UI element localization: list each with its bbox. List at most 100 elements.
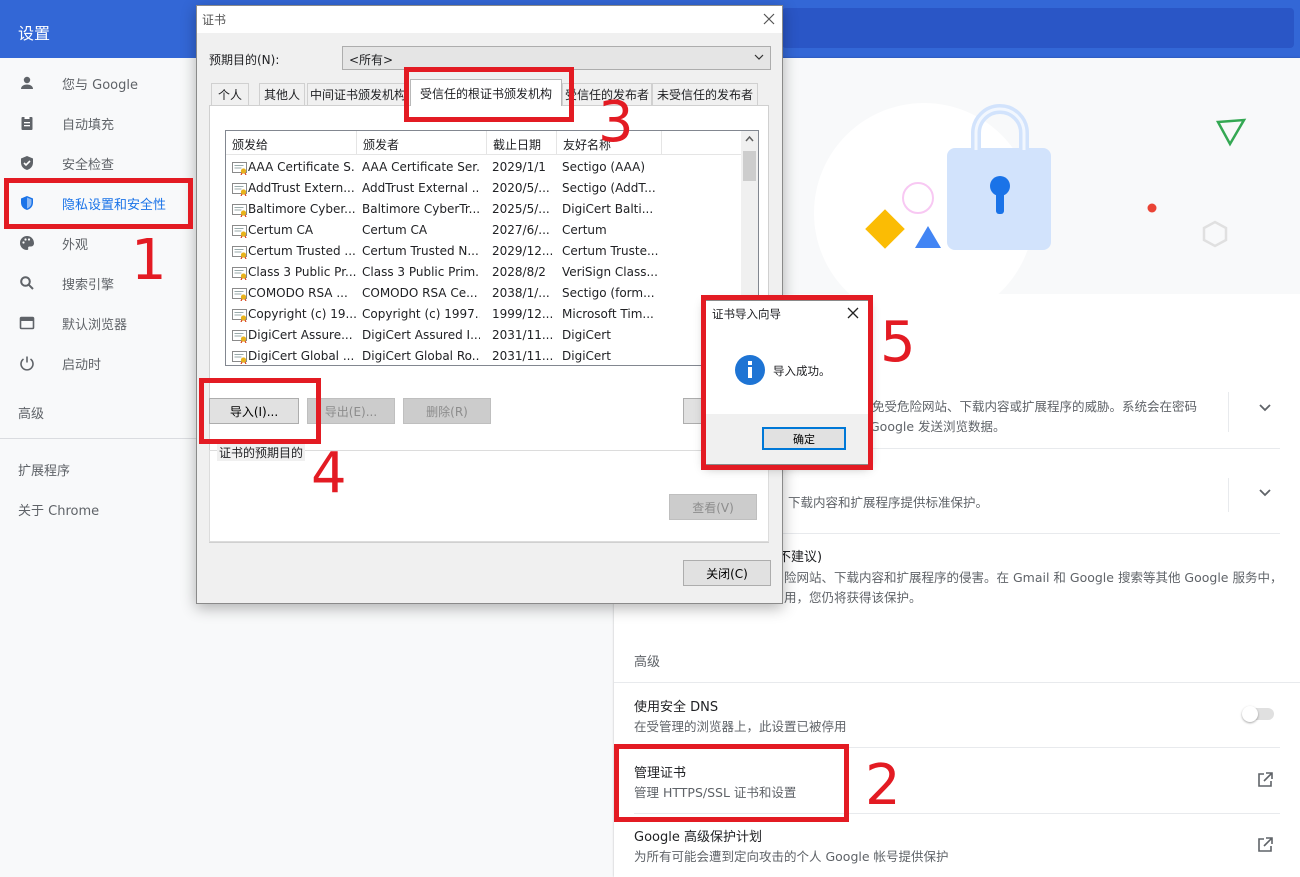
cell-friendly-name: Certum [562,223,607,237]
sidebar-item-autofill[interactable]: 自动填充 [0,105,196,141]
table-row[interactable]: AddTrust Extern... AddTrust External ... 2… [226,178,742,199]
sidebar-item-label: 外观 [62,237,89,253]
cell-expiration: 2029/12... [492,244,554,258]
row-separator [1228,478,1229,512]
certificate-icon [232,246,247,259]
certificate-icon [232,351,247,364]
column-issued-by[interactable]: 颁发者 [357,131,487,155]
cell-friendly-name: Sectigo (AAA) [562,160,646,174]
clipboard-icon [18,114,36,132]
cell-friendly-name: DigiCert Balti... [562,202,654,216]
purpose-value: <所有> [349,53,394,67]
advanced-protection-title: Google 高级保护计划 [634,830,762,845]
open-external-icon[interactable] [1256,771,1274,789]
chevron-down-icon [754,54,764,60]
table-row[interactable]: Class 3 Public Pr... Class 3 Public Prim.… [226,262,742,283]
scroll-thumb[interactable] [743,151,756,181]
secure-dns-desc: 在受管理的浏览器上，此设置已被停用 [634,719,847,734]
annotation-number-1: 1 [131,228,167,293]
cell-issued-to: DigiCert Assure... [248,328,353,342]
dialog-title: 证书 [202,13,227,27]
purpose-label: 预期目的(N): [209,53,280,67]
sidebar-item-label: 安全检查 [62,157,115,173]
certificate-icon [232,204,247,217]
annotation-box-2 [614,744,849,822]
table-row[interactable]: Baltimore Cyber... Baltimore CyberTr... 20… [226,199,742,220]
cell-issued-by: DigiCert Global Ro... [362,349,480,363]
secure-dns-title: 使用安全 DNS [634,700,719,715]
annotation-box-1 [4,178,193,229]
cell-expiration: 2028/8/2 [492,265,546,279]
cell-issued-to: DigiCert Global ... [248,349,355,363]
column-expiration[interactable]: 截止日期 [487,131,557,155]
cell-friendly-name: DigiCert [562,349,611,363]
tab-other-people[interactable]: 其他人 [259,83,305,105]
cell-expiration: 2031/11... [492,328,554,342]
settings-title: 设置 [18,24,51,43]
cell-friendly-name: Microsoft Tim... [562,307,654,321]
enhanced-protection-desc: 免受危险网站、下载内容或扩展程序的威胁。系统会在密码 [872,399,1198,414]
sidebar-item-extensions[interactable]: 扩展程序 [18,460,70,479]
close-button[interactable]: 关闭(C) [683,560,771,586]
certificate-list[interactable]: 颁发给 颁发者 截止日期 友好名称 AAA Certificate S... AA… [225,130,759,366]
secure-dns-toggle[interactable] [1242,706,1274,722]
remove-button[interactable]: 删除(R) [403,398,491,424]
sidebar-item-safety-check[interactable]: 安全检查 [0,145,196,181]
table-row[interactable]: DigiCert Global ... DigiCert Global Ro...… [226,346,742,365]
purposes-group-label: 证书的预期目的 [217,444,306,461]
table-row[interactable]: AAA Certificate S... AAA Certificate Ser.… [226,157,742,178]
cell-expiration: 2027/6/... [492,223,550,237]
table-row[interactable]: DigiCert Assure... DigiCert Assured I... 2… [226,325,742,346]
cell-issued-to: Baltimore Cyber... [248,202,356,216]
table-row[interactable]: Certum Trusted ... Certum Trusted N... 202… [226,241,742,262]
no-protection-desc: 险网站、下载内容和扩展程序的侵害。在 Gmail 和 Google 搜索等其他 … [784,570,1283,585]
settings-search-bar[interactable] [782,8,1294,48]
cell-issued-to: Class 3 Public Pr... [248,265,356,279]
sidebar-advanced[interactable]: 高级 [18,403,44,422]
tab-personal[interactable]: 个人 [211,83,249,105]
tab-trusted-root-ca[interactable]: 受信任的根证书颁发机构 [410,79,562,106]
row-separator [1228,392,1229,432]
advanced-protection-desc: 为所有可能会遭到定向攻击的个人 Google 帐号提供保护 [634,849,949,864]
view-button[interactable]: 查看(V) [669,494,757,520]
cell-issued-to: AddTrust Extern... [248,181,355,195]
close-icon[interactable] [761,11,777,27]
annotation-box-5 [701,295,873,470]
cell-issued-to: AAA Certificate S... [248,160,356,174]
cell-issued-by: Copyright (c) 1997... [362,307,480,321]
search-icon [18,274,36,292]
sidebar-item-on-startup[interactable]: 启动时 [0,345,196,381]
certificate-icon [232,225,247,238]
cell-expiration: 2031/11... [492,349,554,363]
person-icon [18,74,36,92]
tab-untrusted-publishers[interactable]: 未受信任的发布者 [652,83,758,105]
annotation-number-4: 4 [311,441,347,506]
table-row[interactable]: Certum CA Certum CA 2027/6/... Certum [226,220,742,241]
cell-friendly-name: Sectigo (form... [562,286,655,300]
column-issued-to[interactable]: 颁发给 [226,131,357,155]
cell-issued-to: Certum Trusted ... [248,244,356,258]
table-row[interactable]: COMODO RSA ... COMODO RSA Ce... 2038/1/...… [226,283,742,304]
certificate-icon [232,288,247,301]
sidebar-item-label: 默认浏览器 [62,317,128,333]
cell-friendly-name: Certum Truste... [562,244,659,258]
sidebar-item-default-browser[interactable]: 默认浏览器 [0,305,196,341]
annotation-box-4 [199,378,321,444]
cell-issued-by: Baltimore CyberTr... [362,202,480,216]
cell-issued-by: AddTrust External ... [362,181,480,195]
chevron-down-icon[interactable] [1258,400,1272,414]
sidebar-item-about-chrome[interactable]: 关于 Chrome [18,500,99,519]
tab-intermediate-ca[interactable]: 中间证书颁发机构 [307,83,409,105]
table-row[interactable]: Copyright (c) 19... Copyright (c) 1997...… [226,304,742,325]
cell-issued-by: COMODO RSA Ce... [362,286,478,300]
scroll-up-icon[interactable] [745,135,754,142]
sidebar-divider [0,438,196,439]
cell-expiration: 1999/12... [492,307,554,321]
certificate-icon [232,330,247,343]
cell-issued-to: COMODO RSA ... [248,286,348,300]
cell-issued-by: AAA Certificate Ser... [362,160,480,174]
sidebar-item-you-and-google[interactable]: 您与 Google [0,65,196,101]
list-header: 颁发给 颁发者 截止日期 友好名称 [226,131,742,155]
open-external-icon[interactable] [1256,836,1274,854]
chevron-down-icon[interactable] [1258,485,1272,499]
